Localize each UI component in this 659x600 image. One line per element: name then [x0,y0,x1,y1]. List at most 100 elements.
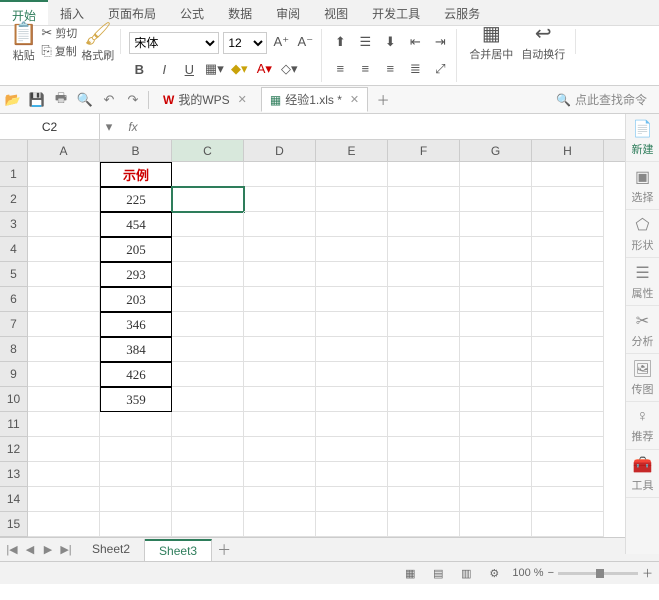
col-header-A[interactable]: A [28,140,100,161]
cell-A10[interactable] [28,387,100,412]
row-header-2[interactable]: 2 [0,187,27,212]
cell-G5[interactable] [460,262,532,287]
cell-A12[interactable] [28,437,100,462]
cell-F6[interactable] [388,287,460,312]
justify-button[interactable]: ≣ [405,59,425,79]
row-header-14[interactable]: 14 [0,487,27,512]
cell-A15[interactable] [28,512,100,537]
cell-D12[interactable] [244,437,316,462]
cell-H2[interactable] [532,187,604,212]
align-right-button[interactable]: ≡ [380,59,400,79]
cell-H14[interactable] [532,487,604,512]
italic-button[interactable]: I [154,59,174,79]
cell-H1[interactable] [532,162,604,187]
close-icon[interactable]: ✕ [238,93,247,106]
cell-F4[interactable] [388,237,460,262]
cell-A11[interactable] [28,412,100,437]
cell-A8[interactable] [28,337,100,362]
cell-G12[interactable] [460,437,532,462]
cut-button[interactable]: ✂剪切 [41,25,77,41]
close-icon[interactable]: ✕ [350,93,359,106]
menu-开发工具[interactable]: 开发工具 [360,0,432,25]
cell-B6[interactable]: 203 [100,287,172,312]
row-header-5[interactable]: 5 [0,262,27,287]
cell-C12[interactable] [172,437,244,462]
cell-A9[interactable] [28,362,100,387]
cell-H7[interactable] [532,312,604,337]
row-header-12[interactable]: 12 [0,437,27,462]
sidebar-属性[interactable]: ☰属性 [626,258,659,306]
cell-D10[interactable] [244,387,316,412]
col-header-G[interactable]: G [460,140,532,161]
row-header-13[interactable]: 13 [0,462,27,487]
cell-B2[interactable]: 225 [100,187,172,212]
font-name-select[interactable]: 宋体 [129,32,219,54]
name-box[interactable]: C2 [0,114,100,139]
cell-A2[interactable] [28,187,100,212]
cell-C15[interactable] [172,512,244,537]
col-header-B[interactable]: B [100,140,172,161]
settings-icon[interactable]: ⚙ [484,567,504,580]
cell-A14[interactable] [28,487,100,512]
cell-F12[interactable] [388,437,460,462]
open-button[interactable]: 📂 [4,91,22,109]
zoom-out-button[interactable]: − [548,567,554,579]
cell-B5[interactable]: 293 [100,262,172,287]
cell-D13[interactable] [244,462,316,487]
sheet-tab-Sheet2[interactable]: Sheet2 [78,539,145,561]
cell-E9[interactable] [316,362,388,387]
cell-H10[interactable] [532,387,604,412]
col-header-D[interactable]: D [244,140,316,161]
cell-C3[interactable] [172,212,244,237]
cell-D11[interactable] [244,412,316,437]
cell-B11[interactable] [100,412,172,437]
cell-H15[interactable] [532,512,604,537]
cell-E3[interactable] [316,212,388,237]
orientation-button[interactable]: ⤢ [430,59,450,79]
sheet-first-button[interactable]: |◀ [4,543,20,556]
align-middle-button[interactable]: ☰ [355,32,375,52]
cell-C7[interactable] [172,312,244,337]
clear-format-button[interactable]: ◇▾ [279,59,299,79]
cell-H8[interactable] [532,337,604,362]
cell-A1[interactable] [28,162,100,187]
border-button[interactable]: ▦▾ [204,59,224,79]
menu-视图[interactable]: 视图 [312,0,360,25]
format-painter-button[interactable]: 🖌 格式刷 [81,21,114,63]
cell-H6[interactable] [532,287,604,312]
cell-A3[interactable] [28,212,100,237]
indent-left-button[interactable]: ⇤ [405,32,425,52]
cell-G8[interactable] [460,337,532,362]
cell-C4[interactable] [172,237,244,262]
tab-wps-home[interactable]: W我的WPS✕ [155,88,255,111]
row-header-8[interactable]: 8 [0,337,27,362]
cell-E11[interactable] [316,412,388,437]
cell-F11[interactable] [388,412,460,437]
cell-D8[interactable] [244,337,316,362]
bold-button[interactable]: B [129,59,149,79]
tab-file[interactable]: ▦经验1.xls *✕ [261,87,368,112]
decrease-font-button[interactable]: A⁻ [295,32,315,52]
col-header-H[interactable]: H [532,140,604,161]
cell-G3[interactable] [460,212,532,237]
cell-D6[interactable] [244,287,316,312]
cell-C8[interactable] [172,337,244,362]
cell-E4[interactable] [316,237,388,262]
redo-button[interactable]: ↷ [124,91,142,109]
row-header-10[interactable]: 10 [0,387,27,412]
cell-C10[interactable] [172,387,244,412]
align-center-button[interactable]: ≡ [355,59,375,79]
sheet-tab-Sheet3[interactable]: Sheet3 [145,539,212,561]
sidebar-分析[interactable]: ✂分析 [626,306,659,354]
cell-G15[interactable] [460,512,532,537]
align-left-button[interactable]: ≡ [330,59,350,79]
sidebar-工具[interactable]: 🧰工具 [626,450,659,498]
indent-right-button[interactable]: ⇥ [430,32,450,52]
name-box-dropdown[interactable]: ▾ [100,118,118,136]
cell-F15[interactable] [388,512,460,537]
font-color-button[interactable]: A▾ [254,59,274,79]
cell-B14[interactable] [100,487,172,512]
row-header-11[interactable]: 11 [0,412,27,437]
cell-C1[interactable] [172,162,244,187]
row-header-1[interactable]: 1 [0,162,27,187]
